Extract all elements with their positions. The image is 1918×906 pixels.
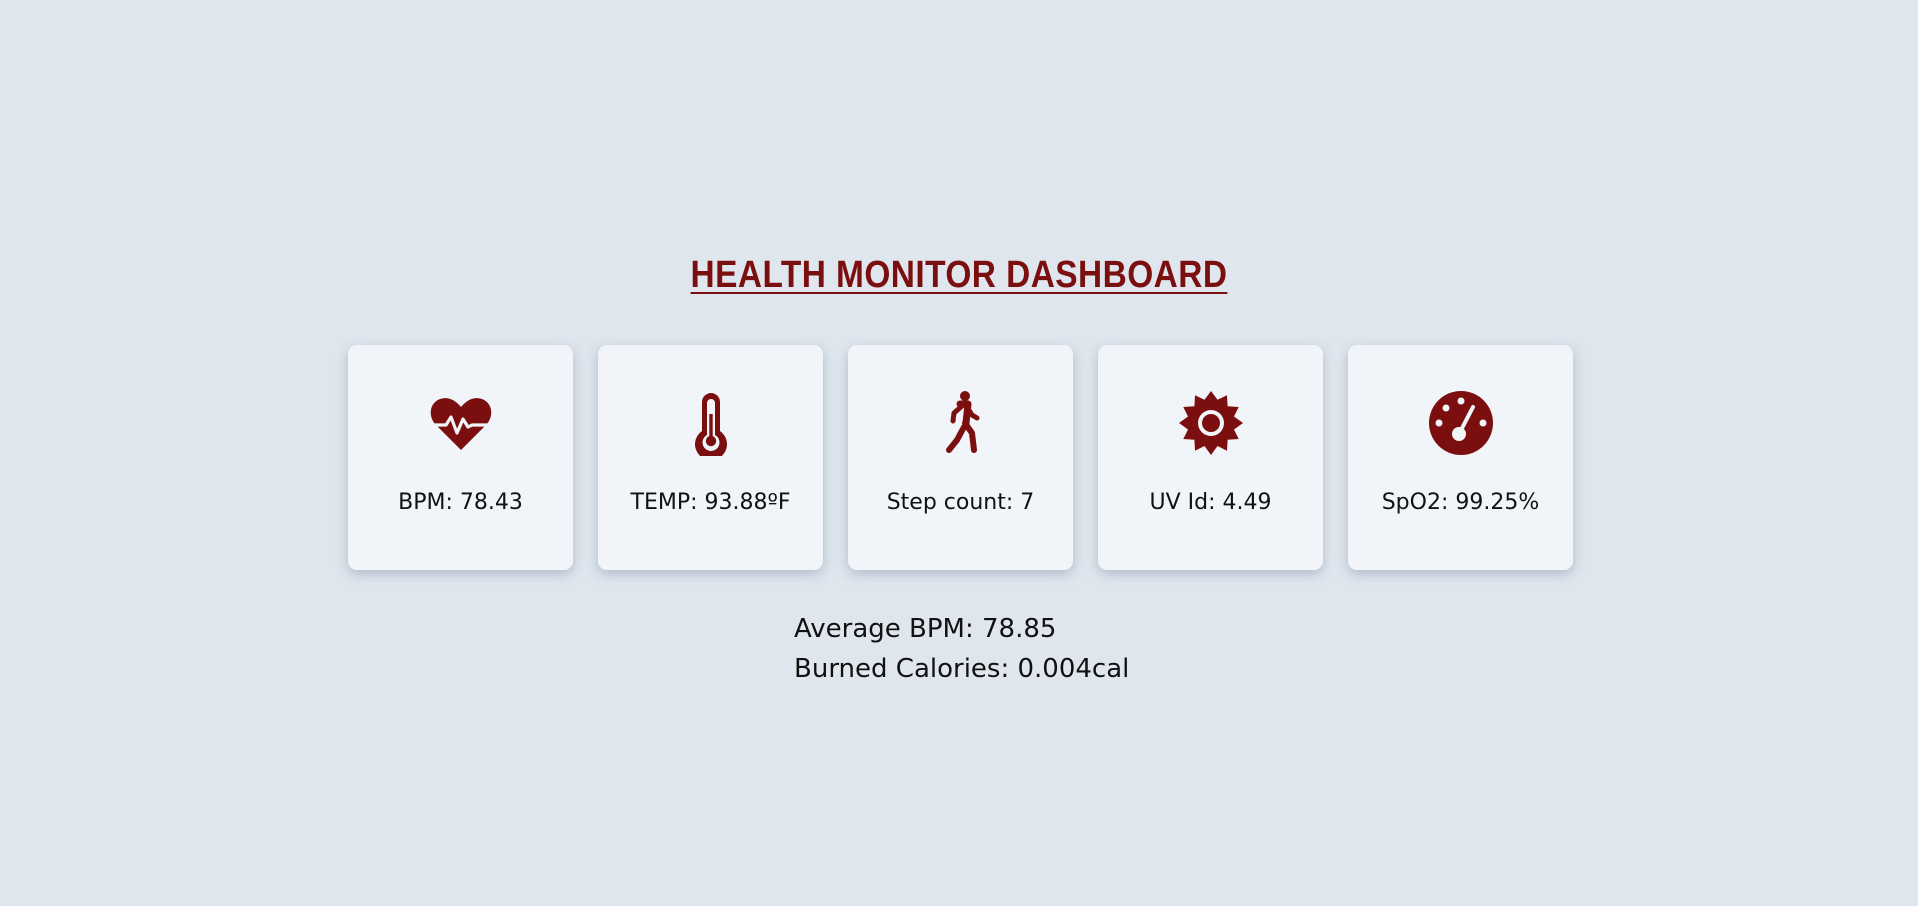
thermometer-icon <box>678 390 744 456</box>
sun-icon <box>1178 390 1244 456</box>
average-bpm-text: Average BPM: 78.85 <box>794 614 1057 644</box>
burned-calories-text: Burned Calories: 0.004cal <box>794 654 1130 684</box>
bpm-label: BPM: 78.43 <box>398 490 523 515</box>
spo2-card: SpO2: 99.25% <box>1348 345 1573 570</box>
spo2-label: SpO2: 99.25% <box>1381 490 1540 515</box>
metric-cards: BPM: 78.43 TEMP: 93.88ºF Step count: 7 U… <box>348 345 1573 570</box>
bpm-card: BPM: 78.43 <box>348 345 573 570</box>
step-count-card: Step count: 7 <box>848 345 1073 570</box>
heart-pulse-icon <box>428 390 494 456</box>
step-count-label: Step count: 7 <box>886 490 1035 515</box>
uv-index-label: UV Id: 4.49 <box>1149 490 1272 515</box>
temperature-label: TEMP: 93.88ºF <box>630 490 791 515</box>
walking-person-icon <box>928 390 994 456</box>
temperature-card: TEMP: 93.88ºF <box>598 345 823 570</box>
dashboard-page: HEALTH MONITOR DASHBOARD BPM: 78.43 TEMP… <box>0 0 1918 906</box>
gauge-icon <box>1428 390 1494 456</box>
page-title: HEALTH MONITOR DASHBOARD <box>690 254 1228 296</box>
summary-section: Average BPM: 78.85 Burned Calories: 0.00… <box>794 609 1129 689</box>
uv-index-card: UV Id: 4.49 <box>1098 345 1323 570</box>
